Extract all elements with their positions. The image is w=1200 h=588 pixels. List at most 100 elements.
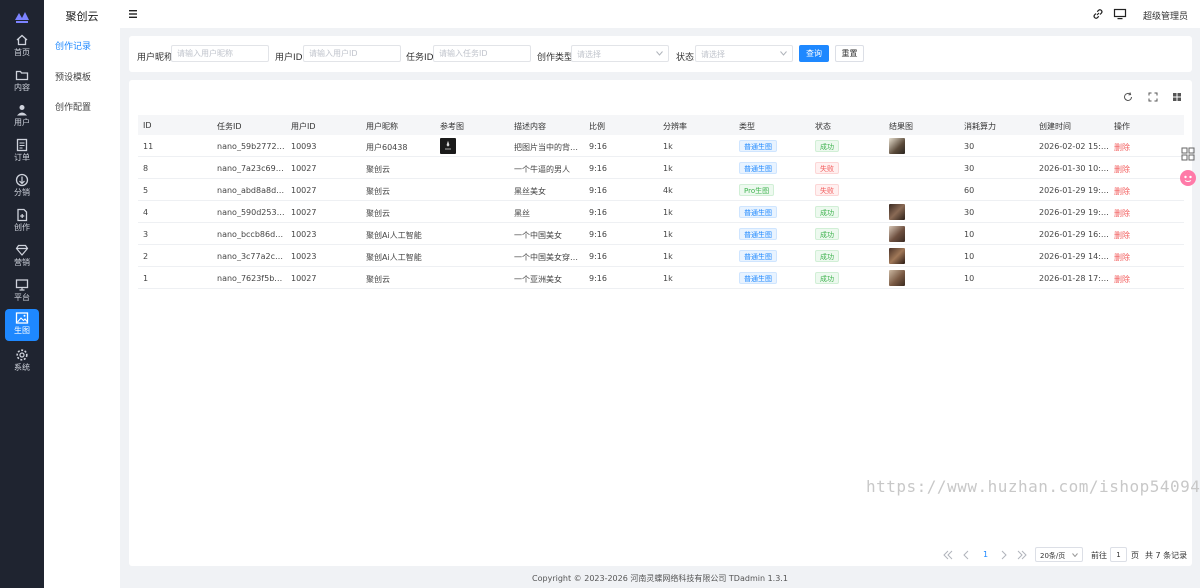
- status-placeholder: 请选择: [701, 50, 725, 59]
- cell-user-id: 10093: [291, 142, 317, 151]
- goto-page-input[interactable]: [1110, 547, 1127, 562]
- icon-rail: 首页 内容 用户订单分销创作 营销 平台 生图系统: [0, 0, 44, 588]
- cell-compute-cost: 60: [964, 186, 975, 195]
- cell-description: 一个中国美女穿着...: [514, 253, 584, 262]
- cell-ratio: 9:16: [589, 186, 607, 195]
- assistant-avatar-icon[interactable]: [1179, 169, 1197, 187]
- admin-username[interactable]: 超级管理员: [1143, 9, 1188, 22]
- table-row: 1 nano_7623f5b3df... 10027 聚创云 一个亚洲美女 9:16 1k 普…: [138, 267, 1184, 289]
- first-page-icon[interactable]: [942, 550, 954, 560]
- result-image-thumbnail[interactable]: [889, 270, 905, 286]
- cell-created-time: 2026-01-29 14:48:...: [1039, 252, 1109, 261]
- link-icon[interactable]: [1091, 7, 1105, 21]
- subnav-item-preset-templates[interactable]: 预设模板: [55, 70, 91, 83]
- diamond-icon: [15, 244, 29, 256]
- cell-task-id: nano_7623f5b3df...: [217, 274, 287, 283]
- reference-image-thumbnail[interactable]: [440, 138, 456, 154]
- user-id-label: 用户ID: [275, 53, 303, 63]
- user-name-input[interactable]: [171, 45, 269, 62]
- table-row: 5 nano_abd8a8d97... 10027 聚创云 黑丝美女 9:16 4k Pro生…: [138, 179, 1184, 201]
- prev-page-icon[interactable]: [960, 550, 972, 560]
- result-image-thumbnail[interactable]: [889, 138, 905, 154]
- current-page-number[interactable]: 1: [983, 550, 988, 559]
- result-image-thumbnail[interactable]: [889, 226, 905, 242]
- hamburger-menu-icon[interactable]: [128, 7, 142, 21]
- cell-description: 黑丝: [514, 209, 530, 218]
- cell-ratio: 9:16: [589, 208, 607, 217]
- cell-ratio: 9:16: [589, 274, 607, 283]
- user-icon: [17, 105, 27, 116]
- cell-id: 5: [143, 186, 149, 195]
- delete-link[interactable]: 删除: [1114, 164, 1130, 175]
- page-size-select[interactable]: 20条/页: [1035, 547, 1083, 562]
- column-settings-icon[interactable]: [1171, 91, 1183, 103]
- cell-id: 4: [143, 208, 149, 217]
- rail-item-diamond[interactable]: 营销: [5, 241, 39, 273]
- cell-compute-cost: 10: [964, 230, 975, 239]
- rail-item-distribution[interactable]: 分销: [5, 171, 39, 203]
- cell-ratio: 9:16: [589, 164, 607, 173]
- cell-user-id: 10023: [291, 230, 317, 239]
- table-row: 3 nano_bccb86d358... 10023 聚创Ai人工智能 一个中国美女 9:…: [138, 223, 1184, 245]
- subnav-item-creation-config[interactable]: 创作配置: [55, 100, 91, 113]
- cell-user-id: 10023: [291, 252, 317, 261]
- cell-ratio: 9:16: [589, 252, 607, 261]
- cell-description: 一个亚洲美女: [514, 275, 562, 284]
- monitor-icon[interactable]: [1113, 7, 1127, 21]
- reset-button[interactable]: 重置: [835, 45, 864, 62]
- delete-link[interactable]: 删除: [1114, 252, 1130, 263]
- total-records: 共 7 条记录: [1145, 551, 1188, 560]
- rail-item-image[interactable]: 生图: [5, 309, 39, 341]
- last-page-icon[interactable]: [1016, 550, 1028, 560]
- result-image-thumbnail[interactable]: [889, 248, 905, 264]
- cell-compute-cost: 10: [964, 274, 975, 283]
- creation-type-select[interactable]: 请选择: [571, 45, 669, 62]
- result-image-thumbnail[interactable]: [889, 204, 905, 220]
- table-row: 8 nano_7a23c69780... 10027 聚创云 一个牛逼的男人 9:16 1k…: [138, 157, 1184, 179]
- cell-nickname: 用户60438: [366, 143, 408, 152]
- status-badge: 成功: [815, 250, 839, 262]
- cell-compute-cost: 30: [964, 164, 975, 173]
- fullscreen-icon[interactable]: [1147, 91, 1159, 103]
- cell-task-id: nano_7a23c69780...: [217, 164, 287, 173]
- task-id-input[interactable]: [433, 45, 531, 62]
- cell-task-id: nano_59b27724f4...: [217, 142, 287, 151]
- grid-apps-icon[interactable]: [1179, 145, 1197, 163]
- cell-created-time: 2026-01-29 19:39:...: [1039, 208, 1109, 217]
- column-header: 消耗算力: [964, 122, 996, 131]
- type-badge: 普通生图: [739, 228, 777, 240]
- cell-compute-cost: 30: [964, 208, 975, 217]
- cell-description: 把图片当中的背景...: [514, 143, 584, 152]
- task-id-label: 任务ID: [406, 53, 434, 63]
- delete-link[interactable]: 删除: [1114, 208, 1130, 219]
- subnav-item-creation-records[interactable]: 创作记录: [55, 39, 91, 52]
- rail-item-folder[interactable]: 内容: [5, 66, 39, 98]
- rail-item-home[interactable]: 首页: [5, 31, 39, 63]
- delete-link[interactable]: 删除: [1114, 230, 1130, 241]
- cell-id: 8: [143, 164, 149, 173]
- rail-item-user[interactable]: 用户: [5, 101, 39, 133]
- cell-user-id: 10027: [291, 274, 317, 283]
- rail-item-label: 订单: [14, 153, 30, 162]
- search-button[interactable]: 查询: [799, 45, 829, 62]
- rail-item-order[interactable]: 订单: [5, 136, 39, 168]
- delete-link[interactable]: 删除: [1114, 274, 1130, 285]
- status-select[interactable]: 请选择: [695, 45, 793, 62]
- rail-item-gear[interactable]: 系统: [5, 346, 39, 378]
- delete-link[interactable]: 删除: [1114, 142, 1130, 153]
- user-id-input[interactable]: [303, 45, 401, 62]
- rail-item-label: 分销: [14, 188, 30, 197]
- folder-icon: [15, 70, 29, 81]
- cell-user-id: 10027: [291, 186, 317, 195]
- status-badge: 成功: [815, 140, 839, 152]
- rail-item-monitor[interactable]: 平台: [5, 276, 39, 308]
- next-page-icon[interactable]: [998, 550, 1010, 560]
- cell-nickname: 聚创Ai人工智能: [366, 253, 422, 262]
- cell-description: 一个中国美女: [514, 231, 562, 240]
- filter-bar: 用户昵称 用户ID 任务ID 创作类型 请选择 状态 请选择 查询 重置: [129, 36, 1192, 72]
- refresh-icon[interactable]: [1122, 91, 1134, 103]
- type-badge: Pro生图: [739, 184, 775, 196]
- column-header: 任务ID: [217, 122, 242, 131]
- delete-link[interactable]: 删除: [1114, 186, 1130, 197]
- rail-item-create[interactable]: 创作: [5, 206, 39, 238]
